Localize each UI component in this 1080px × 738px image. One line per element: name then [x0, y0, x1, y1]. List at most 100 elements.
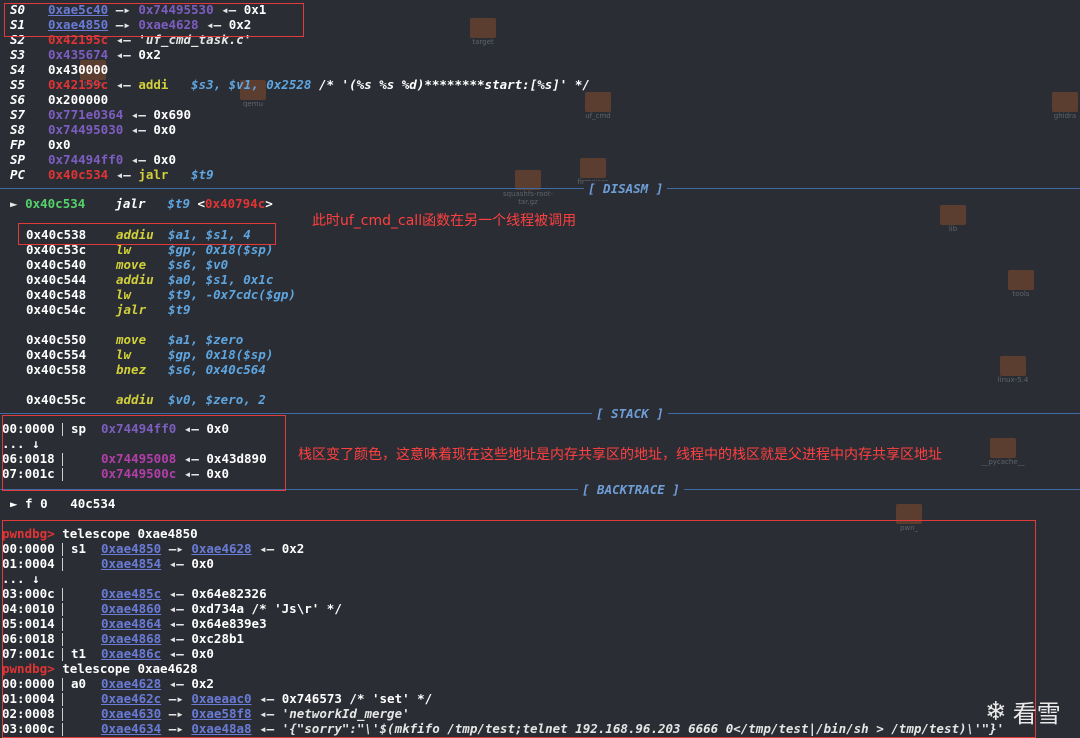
watermark-text: 看雪 [1012, 700, 1061, 728]
disasm-line: 0x40c544 addiu $a0, $s1, 0x1c [0, 272, 273, 287]
disasm-section-title: [ DISASM ] [584, 181, 668, 196]
register-row: S5 0x42159c ◂— addi $s3, $v1, 0x2528 /* '… [0, 77, 590, 92]
disasm-mnemonic: jalr [116, 302, 147, 317]
disasm-operands: $s6, $v0 [168, 257, 229, 272]
register-address: 0x74495030 [48, 122, 124, 137]
register-row: SP 0x74494ff0 ◂— 0x0 [0, 152, 176, 167]
register-name: SP [10, 152, 26, 167]
disasm-mnemonic: addiu [116, 392, 154, 407]
folder-icon [940, 205, 966, 225]
disasm-separator [0, 188, 1080, 189]
register-instruction: jalr [138, 167, 169, 182]
disasm-mnemonic: move [116, 332, 147, 347]
disasm-operands: $t9, -0x7cdc($gp) [168, 287, 296, 302]
disasm-mnemonic: addiu [116, 272, 154, 287]
disasm-operands: $t9 [168, 302, 191, 317]
desktop-icon-label: ghidra [1053, 112, 1077, 120]
disasm-address: 0x40c540 [26, 257, 87, 272]
register-deref-value: 0x690 [153, 107, 192, 122]
highlight-box-s0-s1 [4, 3, 304, 37]
desktop-icon-label: __pycache__ [981, 458, 1025, 466]
arrow-left-icon: ◂— [130, 152, 146, 167]
register-value: 0x430000 [48, 62, 109, 77]
highlight-box-addiu [18, 223, 276, 245]
register-address: 0x435674 [48, 47, 109, 62]
disasm-line: 0x40c550 move $a1, $zero [0, 332, 243, 347]
disasm-line: 0x40c554 lw $gp, 0x18($sp) [0, 347, 273, 362]
folder-icon [1000, 356, 1026, 376]
kanxue-watermark: ❄ 看雪 [985, 694, 1061, 729]
disasm-current-line: ► 0x40c534 jalr $t9 <0x40794c> [10, 196, 273, 211]
register-row: FP 0x0 [0, 137, 71, 152]
disasm-operands: $s6, 0x40c564 [168, 362, 266, 377]
desktop-folder-icon: target [470, 18, 513, 46]
disasm-address: 0x40c548 [26, 287, 87, 302]
folder-icon [990, 438, 1016, 458]
disasm-mnemonic: lw [116, 347, 132, 362]
disasm-operands: $v0, $zero, 2 [168, 392, 266, 407]
current-pointer-icon: ► [10, 196, 18, 211]
folder-icon [515, 170, 541, 190]
register-name: S5 [10, 77, 26, 92]
disasm-address: 0x40c550 [26, 332, 87, 347]
disasm-line: 0x40c54c jalr $t9 [0, 302, 191, 317]
folder-icon [580, 158, 606, 178]
desktop-icon-label: qemu [242, 100, 263, 108]
disasm-operands: $a1, $zero [168, 332, 244, 347]
register-address: 0x74494ff0 [48, 152, 124, 167]
register-deref-value: 0x0 [153, 122, 176, 137]
annotation-stack-color: 栈区变了颜色，这意味着现在这些地址是内存共享区的地址，线程中的栈区就是父进程中内… [298, 447, 942, 463]
register-row: PC 0x40c534 ◂— jalr $t9 [0, 167, 214, 182]
register-value: 0x0 [48, 137, 71, 152]
disasm-mnemonic: bnez [116, 362, 147, 377]
disasm-call-target: <0x40794c> [197, 196, 273, 211]
register-address: 0x42159c [48, 77, 109, 92]
arrow-left-icon: ◂— [115, 77, 131, 92]
disasm-address: 0x40c558 [26, 362, 87, 377]
highlight-box-telescope [2, 520, 1036, 738]
register-name: FP [10, 137, 26, 152]
register-deref-value: 0x0 [153, 152, 176, 167]
register-name: S3 [10, 47, 26, 62]
register-instruction: addi [138, 77, 169, 92]
disasm-current-address: 0x40c534 [25, 196, 86, 211]
register-row: S3 0x435674 ◂— 0x2 [0, 47, 161, 62]
disasm-operands: $a0, $s1, 0x1c [168, 272, 274, 287]
folder-icon [585, 92, 611, 112]
register-name: S7 [10, 107, 26, 122]
register-row: S6 0x200000 [0, 92, 108, 107]
register-value: 0x200000 [48, 92, 109, 107]
desktop-icon-label: tools [1012, 290, 1030, 298]
register-address: 0x40c534 [48, 167, 109, 182]
desktop-icon-label: squashfs-root-tar.gz [502, 190, 554, 206]
disasm-line: 0x40c548 lw $t9, -0x7cdc($gp) [0, 287, 296, 302]
desktop-folder-icon: tools [1008, 270, 1051, 298]
desktop-folder-icon: uf_cmd [585, 92, 628, 120]
disasm-current-operand: $t9 [167, 196, 190, 211]
register-row: S7 0x771e0364 ◂— 0x690 [0, 107, 191, 122]
disasm-current-mnemonic: jalr [115, 196, 146, 211]
desktop-icon-label: target [472, 38, 494, 46]
disasm-line: 0x40c558 bnez $s6, 0x40c564 [0, 362, 266, 377]
snowflake-icon: ❄ [985, 696, 1007, 727]
register-name: S6 [10, 92, 26, 107]
arrow-left-icon: ◂— [130, 107, 146, 122]
arrow-left-icon: ◂— [130, 122, 146, 137]
register-name: PC [10, 167, 26, 182]
backtrace-frame: ► f 0 40c534 [10, 496, 116, 511]
register-name: S8 [10, 122, 26, 137]
arrow-left-icon: ◂— [115, 167, 131, 182]
folder-icon [1052, 92, 1078, 112]
folder-icon [470, 18, 496, 38]
desktop-folder-icon: lib [940, 205, 983, 233]
register-operands: $t9 [191, 167, 214, 182]
desktop-folder-icon: linux-5.4 [998, 356, 1043, 384]
